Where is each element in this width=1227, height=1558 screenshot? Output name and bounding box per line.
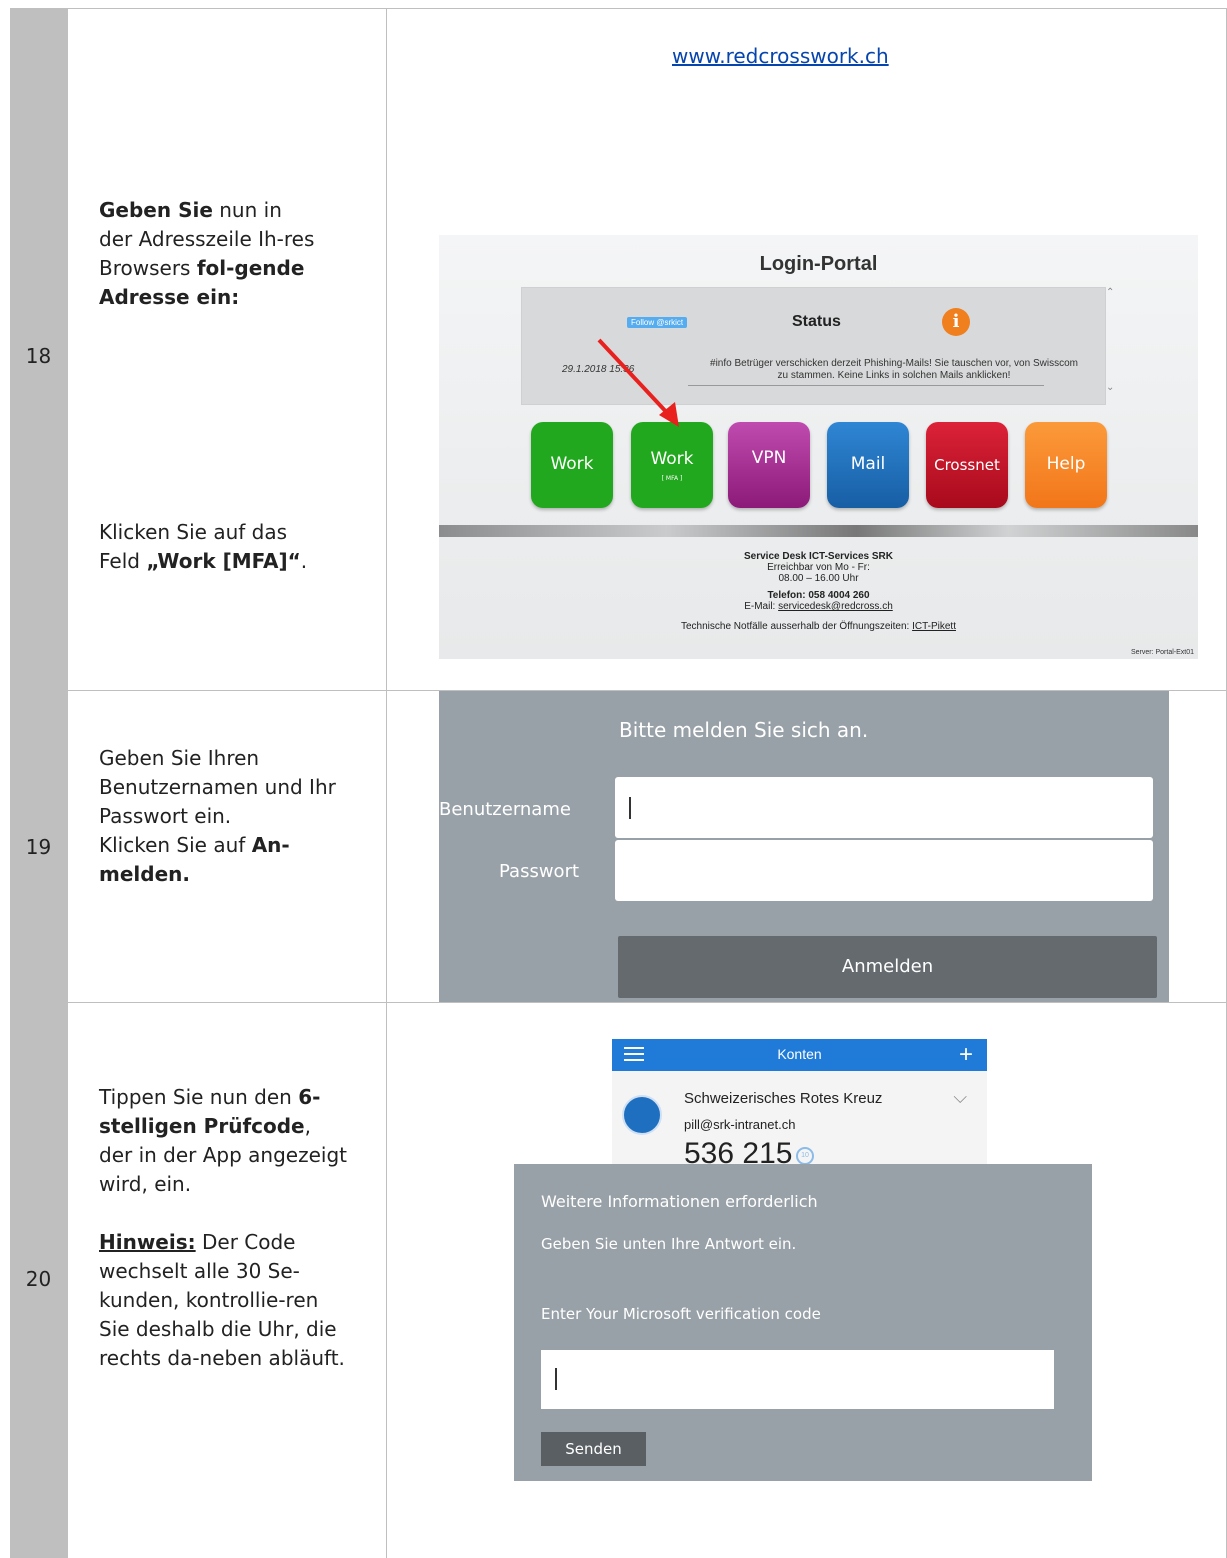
countdown-timer-icon: 10 [796,1147,814,1165]
portal-url-link[interactable]: www.redcrosswork.ch [672,44,889,68]
table-divider [386,8,387,1558]
table-border [10,8,1227,9]
verify-title: Weitere Informationen erforderlich [541,1192,818,1211]
chevron-down-icon[interactable]: ⌵ [953,1087,967,1108]
send-button[interactable]: Senden [541,1432,646,1466]
table-divider [67,1002,1227,1003]
footer-hours: 08.00 – 16.00 Uhr [778,573,859,584]
hint-label: Hinweis: [99,1230,196,1254]
login-portal-screenshot: Login-Portal Follow @srkict Status i 29.… [439,235,1198,659]
verify-subtitle: Geben Sie unten Ihre Antwort ein. [541,1235,797,1253]
text-caret [555,1368,557,1390]
footer-phone: Telefon: 058 4004 260 [767,590,870,601]
step-number: 19 [25,835,52,859]
step-19-instruction: Geben Sie Ihren Benutzernamen und Ihr Pa… [99,746,336,886]
verify-prompt: Enter Your Microsoft verification code [541,1305,821,1323]
verification-form-screenshot: Weitere Informationen erforderlich Geben… [514,1164,1092,1481]
verification-code-input[interactable] [541,1350,1054,1409]
table-divider [67,8,68,1558]
username-label: Benutzername [439,799,571,820]
account-name: Schweizerisches Rotes Kreuz [684,1090,883,1107]
step-20-instruction: Tippen Sie nun den 6-stelligen Prüfcode,… [99,1085,348,1370]
app-header: Konten + [612,1039,987,1071]
login-form-screenshot: Bitte melden Sie sich an. Benutzername P… [439,691,1169,1002]
password-field[interactable] [615,840,1153,901]
text-caret [629,797,631,819]
account-badge-icon [622,1095,662,1135]
footer-emergency: Technische Notfälle ausserhalb der Öffnu… [681,621,956,632]
step-number-column [10,8,67,1558]
login-title: Bitte melden Sie sich an. [619,718,869,742]
step-18-instruction: Geben Sie nun in der Adresszeile Ih-res … [99,198,315,309]
footer-email: E-Mail: servicedesk@redcross.ch [744,601,893,612]
add-account-icon[interactable]: + [959,1041,973,1069]
portal-footer: Service Desk ICT-Services SRK Erreichbar… [439,551,1198,632]
ict-pikett-link[interactable]: ICT-Pikett [912,621,956,632]
footer-title: Service Desk ICT-Services SRK [744,551,893,562]
account-email: pill@srk-intranet.ch [684,1117,796,1132]
footer-hours-label: Erreichbar von Mo - Fr: [767,562,870,573]
document-page: 18 19 20 Geben Sie nun in der Adresszeil… [0,0,1227,1558]
login-button[interactable]: Anmelden [618,936,1157,998]
step-number: 18 [25,344,52,368]
password-label: Passwort [499,861,580,882]
footer-email-link[interactable]: servicedesk@redcross.ch [778,601,893,612]
step-number: 20 [25,1267,52,1291]
building-photo-band [439,525,1198,537]
app-header-title: Konten [777,1046,822,1062]
server-label: Server: Portal-Ext01 [1130,649,1194,656]
step-18-click-instruction: Klicken Sie auf das Feld „Work [MFA]“. [99,520,308,573]
username-field[interactable] [615,777,1153,838]
